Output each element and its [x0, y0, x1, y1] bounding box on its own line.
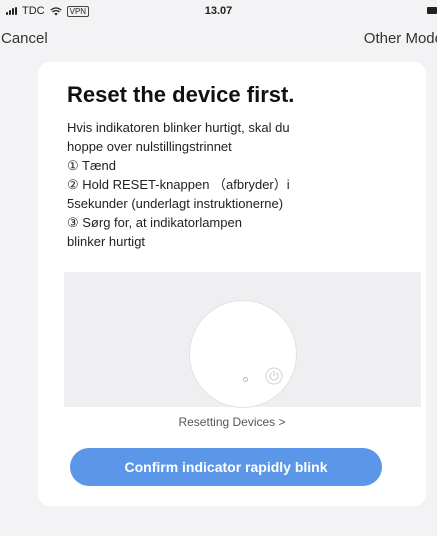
instruction-line: ① Tænd	[67, 158, 116, 173]
device-image	[189, 300, 297, 408]
confirm-indicator-button[interactable]: Confirm indicator rapidly blink	[70, 448, 382, 486]
battery-icon	[427, 7, 437, 14]
status-time: 13.07	[204, 5, 233, 17]
status-bar: TDC VPN 13.07	[0, 0, 437, 22]
power-icon	[265, 367, 283, 385]
nav-bar: Cancel Other Mode	[0, 26, 437, 54]
instruction-line: hoppe over nulstillingstrinnet	[67, 139, 232, 154]
reset-card: Reset the device first. Hvis indikatoren…	[38, 62, 426, 506]
instructions: Hvis indikatoren blinker hurtigt, skal d…	[67, 118, 412, 251]
cancel-button[interactable]: Cancel	[1, 30, 48, 47]
device-illustration	[64, 272, 421, 408]
instruction-line: ③ Sørg for, at indikatorlampen	[67, 215, 242, 230]
instruction-line: 5sekunder (underlagt instruktionerne)	[67, 196, 284, 211]
instruction-line: Hvis indikatoren blinker hurtigt, skal d…	[67, 120, 290, 135]
resetting-devices-link[interactable]: Resetting Devices >	[38, 415, 426, 429]
card-title: Reset the device first.	[67, 82, 295, 107]
instruction-line: blinker hurtigt	[67, 234, 146, 249]
indicator-dot	[243, 377, 248, 382]
instruction-line: ② Hold RESET-knappen （afbryder）i	[67, 177, 290, 192]
other-mode-button[interactable]: Other Mode	[364, 30, 437, 47]
